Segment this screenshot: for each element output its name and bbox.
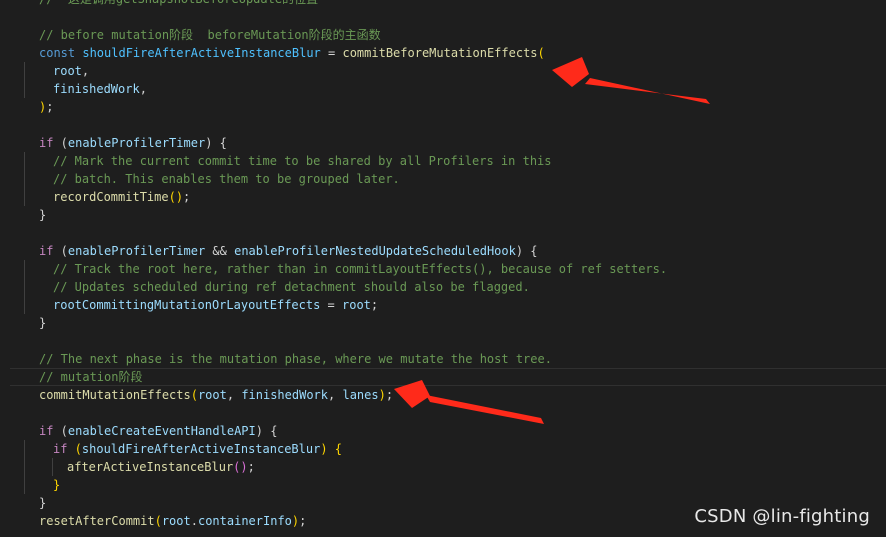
code-line-close-brace: } <box>39 316 47 330</box>
indent-guide <box>24 170 25 188</box>
function-call: recordCommitTime <box>53 190 169 204</box>
code-line-comment: // Updates scheduled during ref detachme… <box>0 278 886 296</box>
indent-guide <box>24 476 25 494</box>
argument: finishedWork <box>53 82 140 96</box>
indent-guide <box>24 260 25 278</box>
function-call: commitBeforeMutationEffects <box>342 46 538 60</box>
indent-guide <box>24 458 25 476</box>
argument: root <box>53 64 82 78</box>
code-line-comment: // batch. This enables them to be groupe… <box>0 170 886 188</box>
argument: root <box>197 388 227 402</box>
code-editor[interactable]: // 这是调用getSnapshotBeforeUpdate的位置 // bef… <box>0 0 886 537</box>
code-line-close-call: ); <box>39 100 54 114</box>
indent-guide <box>24 278 25 296</box>
code-line-call: commitMutationEffects(root, finishedWork… <box>39 388 394 402</box>
code-line-comment-current: // mutation阶段 <box>10 368 886 386</box>
function-call: commitMutationEffects <box>39 388 191 402</box>
code-line-if: if (enableProfilerTimer) { <box>39 136 227 150</box>
comment-text: // 这是调用getSnapshotBeforeUpdate的位置 <box>39 0 318 8</box>
code-line-if: if (enableCreateEventHandleAPI) { <box>39 424 278 438</box>
code-line-comment: // Mark the current commit time to be sh… <box>0 152 886 170</box>
condition: enableProfilerTimer <box>67 136 206 150</box>
code-line-comment: // 这是调用getSnapshotBeforeUpdate的位置 <box>0 0 886 8</box>
condition: enableCreateEventHandleAPI <box>67 424 256 438</box>
code-line-call: recordCommitTime(); <box>0 188 886 206</box>
condition: shouldFireAfterActiveInstanceBlur <box>81 442 321 456</box>
variable-name: shouldFireAfterActiveInstanceBlur <box>82 46 321 60</box>
comment-text: // batch. This enables them to be groupe… <box>53 172 400 186</box>
keyword-if: if <box>39 424 54 438</box>
argument: finishedWork <box>241 388 329 402</box>
indent-guide <box>24 80 25 98</box>
indent-guide <box>24 188 25 206</box>
code-line-comment: // The next phase is the mutation phase,… <box>0 350 886 368</box>
code-line-argument: finishedWork, <box>0 80 886 98</box>
keyword-const: const <box>39 46 76 60</box>
keyword-if: if <box>53 442 68 456</box>
comment-text: // mutation阶段 <box>39 370 143 384</box>
code-line-const-declaration: const shouldFireAfterActiveInstanceBlur … <box>39 46 545 60</box>
code-line-close-brace: } <box>0 476 886 494</box>
code-line-if: if (enableProfilerTimer && enableProfile… <box>39 244 538 258</box>
code-line-call: afterActiveInstanceBlur(); <box>0 458 886 476</box>
variable-name: rootCommittingMutationOrLayoutEffects <box>53 298 321 312</box>
code-line-if-nested: if (shouldFireAfterActiveInstanceBlur) { <box>0 440 886 458</box>
comment-text: // Track the root here, rather than in c… <box>53 262 668 276</box>
code-lines: // 这是调用getSnapshotBeforeUpdate的位置 // bef… <box>0 0 886 530</box>
function-call: afterActiveInstanceBlur <box>67 460 234 474</box>
function-call: resetAfterCommit <box>39 514 155 528</box>
condition: enableProfilerTimer <box>67 244 206 258</box>
code-line-argument: root, <box>0 62 886 80</box>
indent-guide <box>24 152 25 170</box>
csdn-watermark: CSDN @lin-fighting <box>694 506 870 527</box>
indent-guide <box>24 440 25 458</box>
indent-guide <box>24 62 25 80</box>
keyword-if: if <box>39 136 54 150</box>
keyword-if: if <box>39 244 54 258</box>
indent-guide <box>24 296 25 314</box>
comment-text: // Mark the current commit time to be sh… <box>53 154 552 168</box>
comment-text: // The next phase is the mutation phase,… <box>39 352 552 366</box>
code-line-comment: // Track the root here, rather than in c… <box>0 260 886 278</box>
indent-guide <box>52 458 53 476</box>
argument: lanes <box>342 388 379 402</box>
comment-text: // Updates scheduled during ref detachme… <box>53 280 530 294</box>
comment-text: // before mutation阶段 beforeMutation阶段的主函… <box>39 28 381 42</box>
property: containerInfo <box>197 514 292 528</box>
code-line-assignment: rootCommittingMutationOrLayoutEffects = … <box>0 296 886 314</box>
code-line-comment: // before mutation阶段 beforeMutation阶段的主函… <box>0 26 886 44</box>
code-line-close-brace: } <box>39 208 47 222</box>
condition: enableProfilerNestedUpdateScheduledHook <box>234 244 516 258</box>
